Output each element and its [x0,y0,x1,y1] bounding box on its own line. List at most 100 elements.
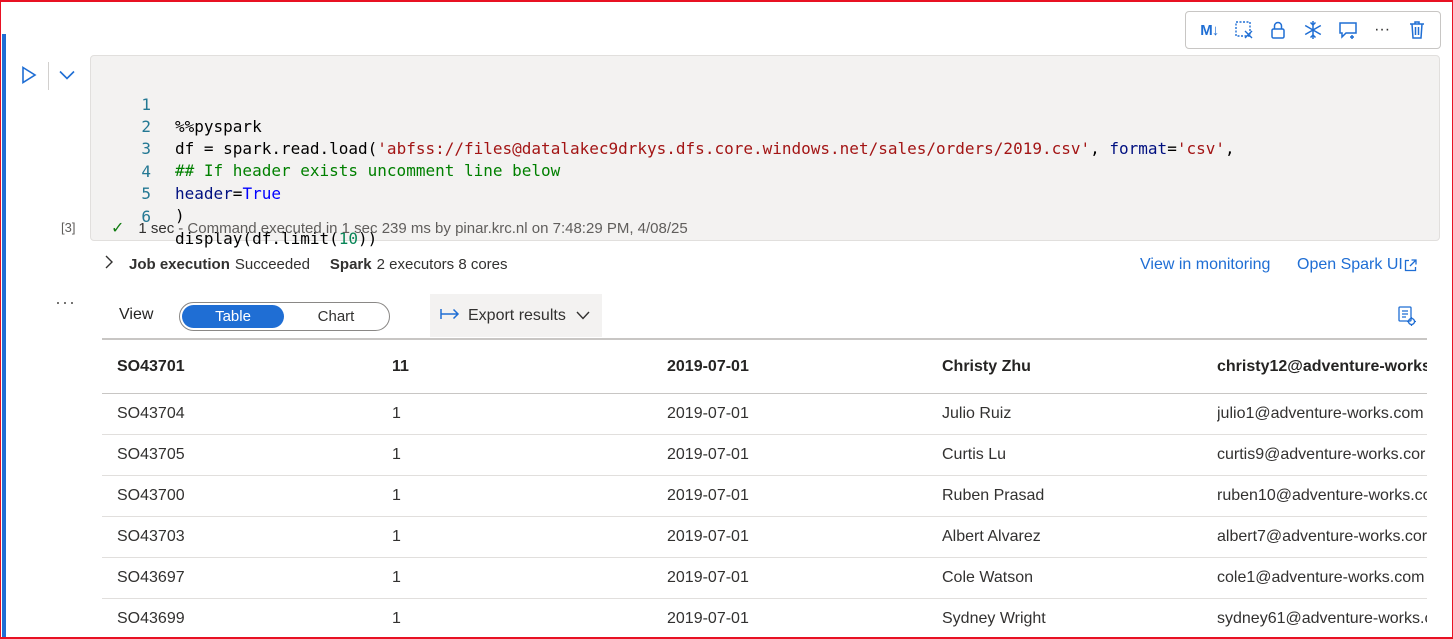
table-header-row: SO43701 11 2019-07-01 Christy Zhu christ… [102,340,1427,394]
table-cell: 2019-07-01 [667,487,749,504]
table-cell: 1 [392,487,401,504]
spark-label: Spark [329,256,372,273]
checkmark-icon: ✓ [111,220,125,237]
code-editor[interactable]: 1 %%pyspark 2 df = spark.read.load('abfs… [90,55,1440,248]
clear-output-icon [1235,21,1253,39]
execution-details: - Command executed in 1 sec 239 ms by pi… [178,220,688,237]
job-execution-label: Job execution [129,256,230,273]
freeze-icon [1304,21,1322,39]
table-cell: 2019-07-01 [667,405,749,422]
view-label: View [119,306,154,323]
execution-status: ✓ 1 sec - Command executed in 1 sec 239 … [111,219,688,239]
table-row[interactable]: SO43704 1 2019-07-01 Julio Ruiz julio1@a… [102,394,1427,435]
table-cell: SO43704 [117,405,185,422]
table-cell: julio1@adventure-works.com [1217,405,1424,422]
run-cell-button[interactable] [18,64,40,86]
run-options-dropdown[interactable] [56,64,78,86]
chart-view-option[interactable]: Chart [285,305,387,328]
code-text: header=True [175,184,281,203]
table-header-cell[interactable]: christy12@adventure-works.c [1217,340,1427,393]
table-cell: 2019-07-01 [667,610,749,627]
table-cell: 2019-07-01 [667,528,749,545]
view-toggle: Table Chart [179,302,390,331]
markdown-toggle-button[interactable]: M↓ [1196,17,1222,43]
open-spark-ui-link[interactable]: Open Spark UI [1297,254,1417,276]
table-cell: Sydney Wright [942,610,1046,627]
cell-toolbar: M↓ ··· [1185,11,1441,49]
code-line: 1 %%pyspark [91,72,261,136]
table-cell: sydney61@adventure-works.c [1217,610,1427,627]
table-cell: SO43705 [117,446,185,463]
code-line: 5 ) [91,161,184,225]
more-options-button[interactable]: ··· [1369,17,1395,43]
table-cell: Albert Alvarez [942,528,1041,545]
code-text: %%pyspark [175,117,262,136]
export-results-button[interactable]: Export results [430,294,602,337]
chevron-down-icon [59,70,75,80]
freeze-button[interactable] [1300,17,1326,43]
execution-count: [3] [61,220,76,235]
play-icon [22,66,37,84]
table-cell: cole1@adventure-works.com [1217,569,1425,586]
table-cell: 1 [392,446,401,463]
results-table: SO43701 11 2019-07-01 Christy Zhu christ… [102,340,1427,639]
table-cell: curtis9@adventure-works.cor [1217,446,1426,463]
table-cell: Cole Watson [942,569,1033,586]
table-row[interactable]: SO43697 1 2019-07-01 Cole Watson cole1@a… [102,558,1427,599]
table-cell: Curtis Lu [942,446,1007,463]
table-header-cell[interactable]: 2019-07-01 [667,340,927,393]
open-spark-ui-label: Open Spark UI [1297,256,1403,273]
export-results-label: Export results [468,306,566,324]
table-cell: 1 [392,528,401,545]
cell-focus-indicator [2,34,6,639]
table-cell: SO43697 [117,569,185,586]
comment-icon [1338,22,1357,39]
spark-info: 2 executors 8 cores [376,256,508,273]
export-arrow-icon [440,307,460,325]
table-settings-button[interactable] [1396,305,1418,327]
delete-button[interactable] [1404,17,1430,43]
table-cell: 1 [392,569,401,586]
job-status: Succeeded [234,256,310,273]
view-in-monitoring-link[interactable]: View in monitoring [1140,254,1270,276]
job-execution-summary[interactable]: Job execution Succeeded Spark 2 executor… [105,254,508,276]
table-row[interactable]: SO43703 1 2019-07-01 Albert Alvarez albe… [102,517,1427,558]
code-line: 3 ## If header exists uncomment line bel… [91,116,560,180]
table-header-cell[interactable]: SO43701 [117,340,377,393]
chevron-right-icon [105,254,113,276]
comment-button[interactable] [1335,17,1361,43]
table-cell: 2019-07-01 [667,446,749,463]
table-header-cell[interactable]: 11 [392,340,652,393]
table-cell: Ruben Prasad [942,487,1045,504]
code-comment: ## If header exists uncomment line below [175,161,561,180]
execution-duration: 1 sec [138,220,175,237]
code-line: 2 df = spark.read.load('abfss://files@da… [91,94,1234,158]
table-cell: 1 [392,405,401,422]
lock-button[interactable] [1265,17,1291,43]
code-line: 6 display(df.limit(10)) [91,184,377,248]
clear-output-button[interactable] [1231,17,1257,43]
table-cell: 1 [392,610,401,627]
table-header-cell[interactable]: Christy Zhu [942,340,1202,393]
chevron-down-icon [576,307,590,325]
code-text: df = spark.read.load('abfss://files@data… [175,139,1235,158]
more-icon: ··· [1374,21,1391,38]
table-settings-icon [1398,306,1416,326]
external-link-icon [1404,258,1417,271]
table-cell: ruben10@adventure-works.co [1217,487,1427,504]
table-row[interactable]: SO43705 1 2019-07-01 Curtis Lu curtis9@a… [102,435,1427,476]
code-line: 4 header=True [91,139,281,203]
run-separator [48,62,49,90]
delete-icon [1409,21,1424,39]
table-cell: albert7@adventure-works.cor [1217,528,1427,545]
table-row[interactable]: SO43700 1 2019-07-01 Ruben Prasad ruben1… [102,476,1427,517]
table-cell: SO43700 [117,487,185,504]
table-cell: SO43703 [117,528,185,545]
markdown-icon: M↓ [1200,21,1219,39]
table-cell: Julio Ruiz [942,405,1012,422]
table-cell: SO43699 [117,610,185,627]
table-cell: 2019-07-01 [667,569,749,586]
table-view-option[interactable]: Table [182,305,284,328]
cell-more-button[interactable]: ··· [55,292,76,313]
table-row[interactable]: SO43699 1 2019-07-01 Sydney Wright sydne… [102,599,1427,639]
